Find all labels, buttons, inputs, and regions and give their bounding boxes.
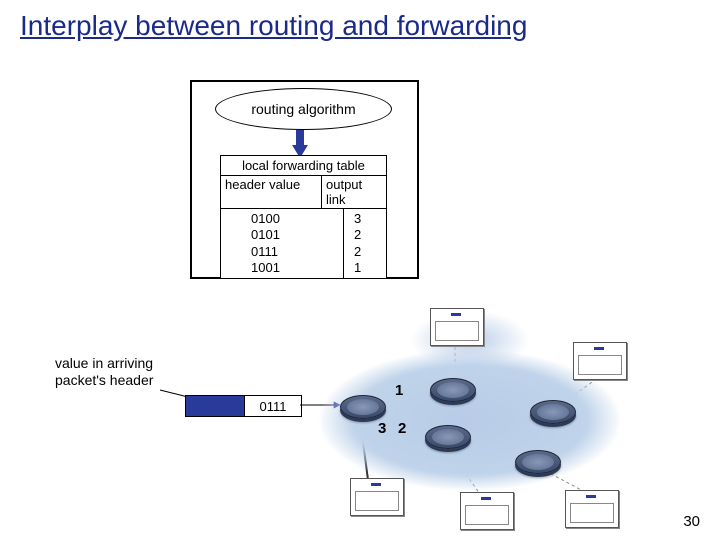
mini-forwarding-table-icon xyxy=(430,308,484,346)
router-icon xyxy=(430,378,476,402)
slide-title: Interplay between routing and forwarding xyxy=(20,10,527,42)
arriving-line-1: value in arriving xyxy=(55,355,153,372)
routing-algorithm-oval: routing algorithm xyxy=(215,88,392,130)
mini-forwarding-table-icon xyxy=(565,490,619,528)
slide-number: 30 xyxy=(683,513,700,530)
port-label-3: 3 xyxy=(378,420,386,437)
packet-icon: 0111 xyxy=(185,395,302,417)
table-row: 0111 xyxy=(251,244,343,260)
port-label-2: 2 xyxy=(398,420,406,437)
router-icon xyxy=(530,400,576,424)
port-label-1: 1 xyxy=(395,382,403,399)
table-row: 3 xyxy=(354,211,386,227)
table-row: 2 xyxy=(354,227,386,243)
output-links-column: 3 2 2 1 xyxy=(344,209,386,278)
forwarding-table-header-row: header value output link xyxy=(221,175,386,208)
col-output-link: output link xyxy=(322,176,386,208)
forwarding-table: local forwarding table header value outp… xyxy=(220,155,387,279)
mini-forwarding-table-icon xyxy=(460,492,514,530)
packet-header-value: 0111 xyxy=(245,396,301,416)
header-values-column: 0100 0101 0111 1001 xyxy=(221,209,344,278)
routing-algorithm-label: routing algorithm xyxy=(251,101,355,117)
mini-forwarding-table-icon xyxy=(350,478,404,516)
table-row: 0100 xyxy=(251,211,343,227)
table-row: 2 xyxy=(354,244,386,260)
mini-forwarding-table-icon xyxy=(573,342,627,380)
table-row: 0101 xyxy=(251,227,343,243)
col-header-value: header value xyxy=(221,176,322,208)
table-row: 1001 xyxy=(251,260,343,276)
arriving-packet-label: value in arriving packet's header xyxy=(55,355,153,389)
forwarding-table-body: 0100 0101 0111 1001 3 2 2 1 xyxy=(221,208,386,278)
packet-header-box xyxy=(186,396,245,416)
arriving-line-2: packet's header xyxy=(55,372,153,389)
router-icon xyxy=(425,425,471,449)
table-row: 1 xyxy=(354,260,386,276)
router-icon xyxy=(515,450,561,474)
forwarding-table-title: local forwarding table xyxy=(221,156,386,175)
router-icon xyxy=(340,395,386,419)
